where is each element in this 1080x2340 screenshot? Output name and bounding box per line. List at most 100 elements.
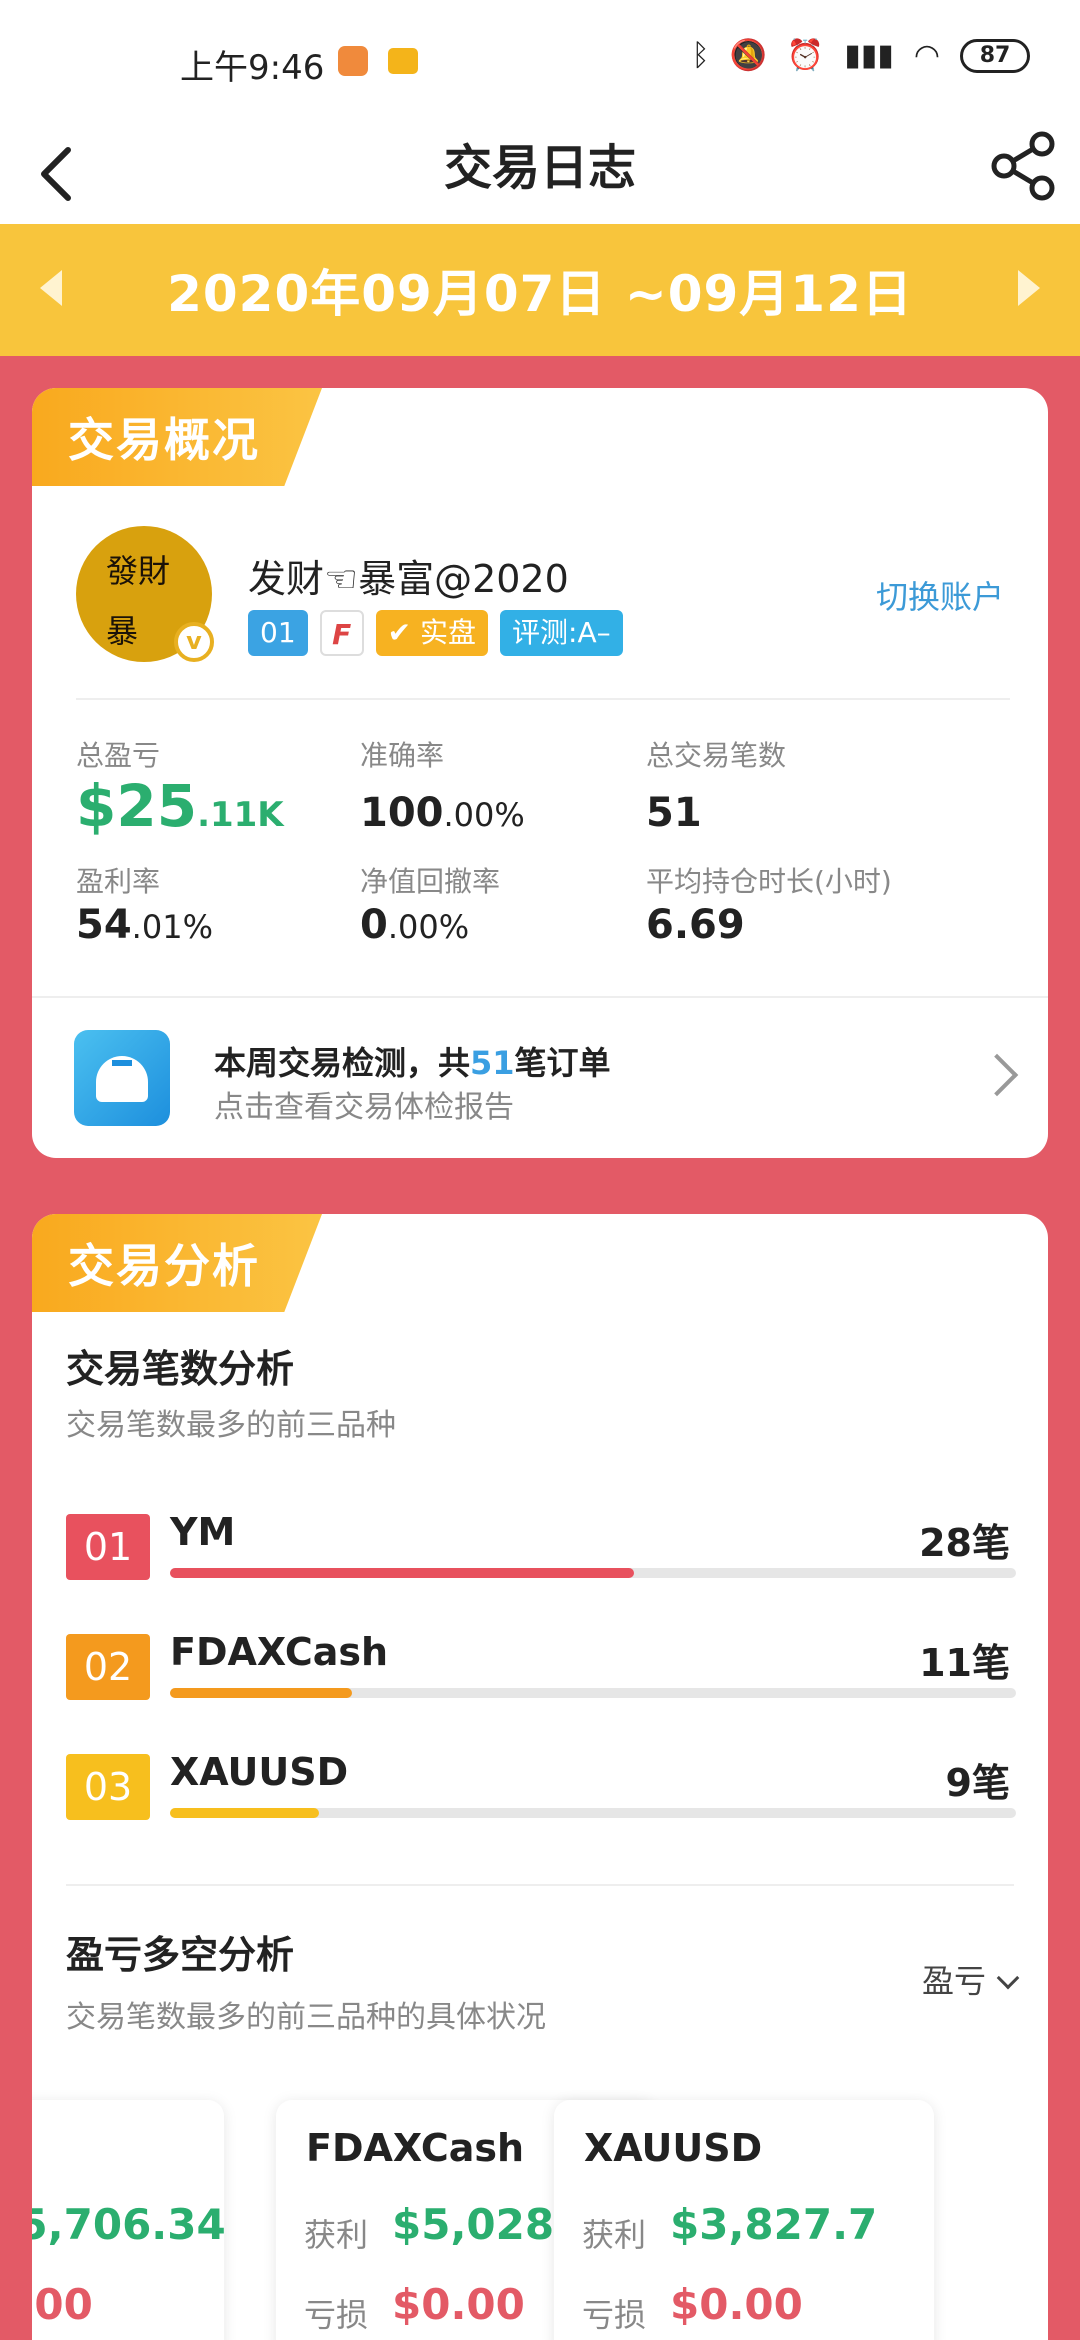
avg-hold-label: 平均持仓时长(小时) bbox=[646, 865, 892, 898]
rank-number: 03 bbox=[66, 1754, 150, 1820]
page-title: 交易日志 bbox=[443, 140, 636, 196]
pl-analysis-subtitle: 交易笔数最多的前三品种的具体状况 bbox=[66, 2000, 546, 2035]
count-analysis-subtitle: 交易笔数最多的前三品种 bbox=[66, 1408, 396, 1443]
total-trades-value: 51 bbox=[646, 790, 702, 836]
account-number-badge: 01 bbox=[248, 610, 308, 656]
accuracy-label: 准确率 bbox=[360, 739, 445, 772]
bluetooth-icon: ᛒ bbox=[691, 38, 710, 73]
rank-symbol: XAUUSD bbox=[170, 1750, 349, 1794]
pl-analysis-title: 盈亏多空分析 bbox=[66, 1933, 295, 1977]
weekly-check-subtitle[interactable]: 点击查看交易体检报告 bbox=[214, 1082, 514, 1126]
progress-fill bbox=[170, 1808, 320, 1818]
accuracy-value: 100.00% bbox=[360, 790, 525, 836]
loss-value: $0.00 bbox=[392, 2280, 525, 2329]
check-title-post: 笔订单 bbox=[514, 1044, 611, 1082]
rank-row: 02 FDAXCash 11笔 bbox=[66, 1630, 1016, 1712]
pl-card[interactable]: 获利$15,706.34亏损$0.00 bbox=[32, 2100, 226, 2340]
account-badges: 01 F ✔ 实盘 评测:A– bbox=[248, 610, 623, 656]
broker-logo-icon: F bbox=[319, 610, 364, 656]
live-account-badge: ✔ 实盘 bbox=[375, 610, 489, 656]
loss-label: 亏损 bbox=[582, 2296, 647, 2334]
profit-rate-suffix: .01% bbox=[131, 908, 213, 946]
pl-dropdown[interactable]: 盈亏 bbox=[921, 1956, 1020, 2002]
analysis-ribbon: 交易分析 bbox=[32, 1214, 322, 1312]
progress-track bbox=[170, 1808, 1016, 1818]
profit-rate-label: 盈利率 bbox=[76, 865, 161, 898]
loss-value: $0.00 bbox=[32, 2280, 93, 2329]
next-week-icon[interactable] bbox=[1018, 270, 1040, 306]
progress-fill bbox=[170, 1688, 353, 1698]
avatar-text-2: 暴 bbox=[106, 612, 139, 650]
total-trades-label: 总交易笔数 bbox=[646, 739, 787, 772]
date-range-bar: 2020年09月07日 ~09月12日 bbox=[0, 224, 1080, 356]
weekly-check-title[interactable]: 本周交易检测，共51笔订单 bbox=[214, 1038, 611, 1084]
count-analysis-title: 交易笔数分析 bbox=[66, 1347, 295, 1391]
status-icons: ᛒ 🔕 ⏰ ▮▮▮ ◠ 87 bbox=[692, 38, 1030, 73]
loss-value: $0.00 bbox=[670, 2280, 803, 2329]
avatar-text-1: 發財 bbox=[106, 552, 171, 590]
rank-count: 9笔 bbox=[945, 1761, 1010, 1805]
total-pl-main: $25 bbox=[76, 772, 198, 840]
divider bbox=[76, 698, 1010, 700]
profit-label: 获利 bbox=[582, 2216, 647, 2254]
rank-count: 28笔 bbox=[919, 1521, 1010, 1565]
progress-track bbox=[170, 1568, 1016, 1578]
alarm-icon: ⏰ bbox=[786, 38, 825, 73]
rank-count: 11笔 bbox=[919, 1641, 1010, 1685]
analysis-card: 交易分析 交易笔数分析 交易笔数最多的前三品种 01 YM 28笔 02 FDAXCas… bbox=[32, 1214, 1048, 2340]
username: 发财☜暴富@2020 bbox=[248, 557, 569, 601]
rank-number: 01 bbox=[66, 1514, 150, 1580]
overview-title: 交易概况 bbox=[68, 413, 260, 467]
health-check-icon bbox=[74, 1030, 170, 1126]
avg-hold-value: 6.69 bbox=[646, 902, 745, 948]
app-notification-icon bbox=[338, 46, 368, 76]
profit-value: $3,827.7 bbox=[670, 2200, 878, 2249]
accuracy-main: 100 bbox=[360, 790, 444, 836]
chevron-down-icon bbox=[996, 1966, 1020, 1990]
rank-row: 01 YM 28笔 bbox=[66, 1510, 1016, 1592]
drawdown-label: 净值回撤率 bbox=[360, 865, 501, 898]
total-pl-value: $25.11K bbox=[76, 772, 284, 840]
wifi-icon: ◠ bbox=[913, 38, 940, 73]
check-title-pre: 本周交易检测，共 bbox=[214, 1044, 471, 1082]
drawdown-suffix: .00% bbox=[387, 908, 470, 946]
divider bbox=[32, 996, 1048, 998]
profit-rate-main: 54 bbox=[76, 902, 132, 948]
accuracy-suffix: .00% bbox=[443, 796, 525, 834]
chevron-right-icon[interactable] bbox=[975, 1053, 1019, 1097]
profit-value: $15,706.34 bbox=[32, 2200, 226, 2249]
total-pl-label: 总盈亏 bbox=[76, 739, 161, 772]
profit-label: 获利 bbox=[304, 2216, 369, 2254]
analysis-title: 交易分析 bbox=[68, 1239, 260, 1293]
profit-rate-value: 54.01% bbox=[76, 902, 213, 948]
overview-ribbon: 交易概况 bbox=[32, 388, 322, 486]
drawdown-main: 0 bbox=[360, 902, 388, 948]
signal-icon: ▮▮▮ bbox=[844, 38, 894, 73]
rank-number: 02 bbox=[66, 1634, 150, 1700]
mute-icon: 🔕 bbox=[729, 38, 767, 73]
verified-icon: v bbox=[174, 622, 214, 662]
mail-notification-icon bbox=[388, 48, 418, 74]
rank-row: 03 XAUUSD 9笔 bbox=[66, 1750, 1016, 1832]
pl-card-symbol: FDAXCash bbox=[306, 2126, 525, 2170]
switch-account-button[interactable]: 切换账户 bbox=[876, 572, 1004, 618]
date-range[interactable]: 2020年09月07日 ~09月12日 bbox=[0, 254, 1080, 326]
drawdown-value: 0.00% bbox=[360, 902, 469, 948]
divider bbox=[66, 1884, 1014, 1886]
rank-symbol: YM bbox=[170, 1510, 236, 1554]
total-pl-suffix: .11K bbox=[197, 795, 284, 835]
overview-card: 交易概况 發財 暴 v 发财☜暴富@2020 切换账户 01 F ✔ 实盘 评测… bbox=[32, 388, 1048, 1158]
live-label: 实盘 bbox=[420, 616, 477, 649]
pl-card[interactable]: XAUUSD 获利 $3,827.7 亏损 $0.00 bbox=[554, 2100, 934, 2340]
status-bar: 上午9:46 ᛒ 🔕 ⏰ ▮▮▮ ◠ 87 bbox=[0, 0, 1080, 124]
battery-icon: 87 bbox=[960, 38, 1030, 73]
dropdown-label: 盈亏 bbox=[921, 1962, 986, 2000]
check-title-count: 51 bbox=[470, 1044, 515, 1082]
progress-fill bbox=[170, 1568, 635, 1578]
share-icon[interactable] bbox=[988, 128, 1058, 204]
loss-label: 亏损 bbox=[304, 2296, 369, 2334]
score-badge: 评测:A– bbox=[500, 610, 623, 656]
status-time: 上午9:46 bbox=[180, 48, 325, 88]
avatar[interactable]: 發財 暴 v bbox=[76, 526, 214, 662]
pl-card-symbol: XAUUSD bbox=[584, 2126, 763, 2170]
